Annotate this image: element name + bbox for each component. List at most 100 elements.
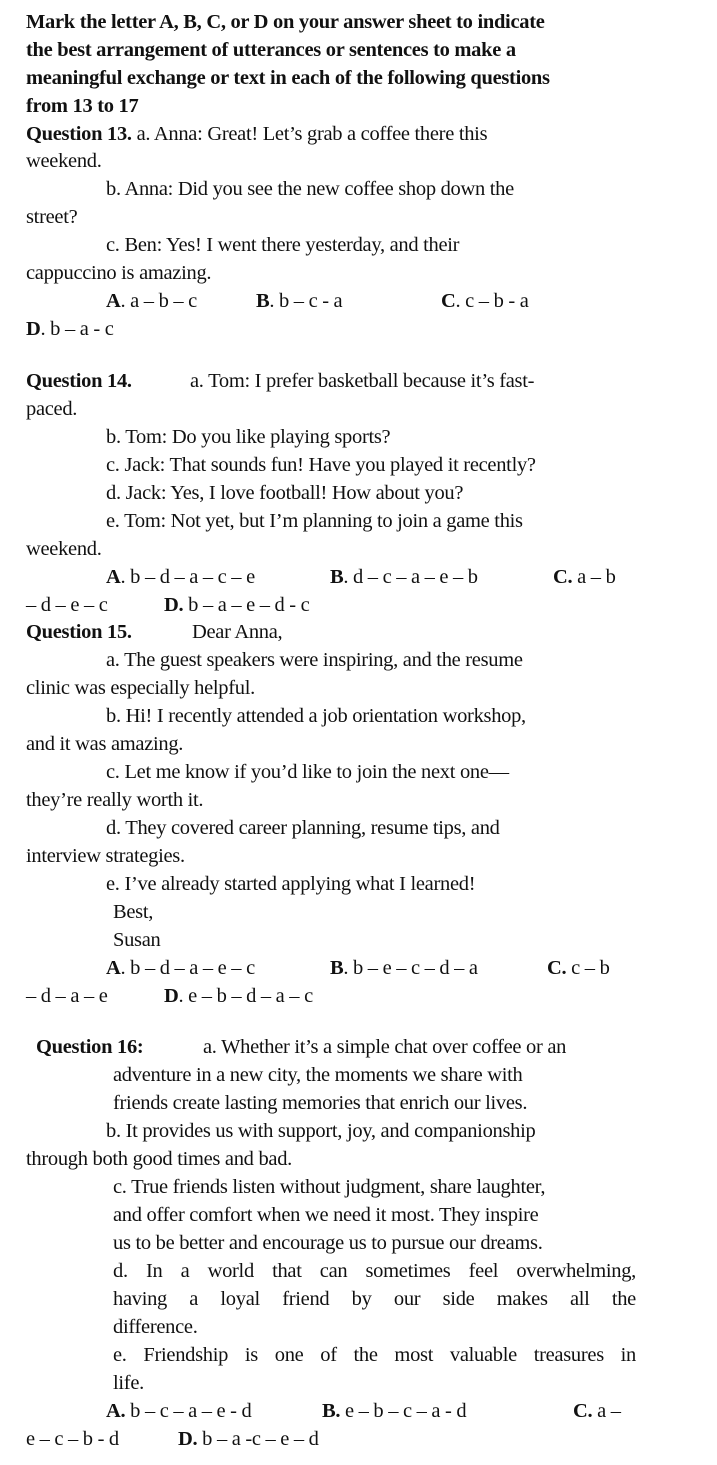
letter-closing: Best,: [113, 901, 154, 923]
instruction-line: meaningful exchange or text in each of t…: [26, 67, 550, 89]
utterance-c: c. Ben: Yes! I went there yesterday, and…: [106, 234, 460, 256]
option-text: . b – d – a – c – e: [120, 566, 256, 588]
option-d[interactable]: D. e – b – d – a – c: [164, 982, 313, 1010]
option-letter: D.: [164, 594, 184, 616]
sentence-d-cont: difference.: [113, 1316, 198, 1338]
utterance-e: e. Tom: Not yet, but I’m planning to joi…: [106, 510, 523, 532]
sentence-d-cont: having a loyal friend by our side makes …: [113, 1288, 636, 1310]
utterance-d: d. Jack: Yes, I love football! How about…: [106, 482, 464, 504]
sentence-a-cont: clinic was especially helpful.: [26, 677, 255, 699]
utterance-c: c. Jack: That sounds fun! Have you playe…: [106, 454, 536, 476]
utterance-b: b. Anna: Did you see the new coffee shop…: [106, 178, 514, 200]
option-c-cont: – d – e – c: [26, 594, 108, 616]
question-label: Question 14.: [26, 370, 132, 392]
question-label: Question 13.: [26, 123, 132, 145]
option-text: b – a – e – d - c: [183, 594, 310, 616]
option-letter: D.: [178, 1428, 198, 1450]
instruction-line: the best arrangement of utterances or se…: [26, 39, 516, 61]
option-text: . b – d – a – e – c: [120, 957, 256, 979]
option-text: b – a -c – e – d: [197, 1428, 319, 1450]
question-label-text: Question 15.: [26, 621, 132, 643]
option-letter: C.: [553, 566, 573, 588]
option-b[interactable]: B. e – b – c – a - d: [322, 1397, 467, 1425]
sentence-a: a. Whether it’s a simple chat over coffe…: [203, 1036, 567, 1058]
option-b[interactable]: B. b – c - a: [256, 287, 343, 315]
option-letter: A.: [106, 1400, 126, 1422]
option-text: e – b – c – a - d: [340, 1400, 467, 1422]
option-text: c – b: [566, 957, 610, 979]
sentence-c-cont: they’re really worth it.: [26, 789, 204, 811]
option-c[interactable]: C. a – b: [553, 563, 616, 591]
option-letter: C.: [547, 957, 567, 979]
option-letter: B: [330, 566, 344, 588]
sentence-c: c. Let me know if you’d like to join the…: [106, 761, 509, 783]
option-letter: C: [441, 290, 456, 312]
utterance-a: a. Anna: Great! Let’s grab a coffee ther…: [136, 123, 488, 145]
utterance-c-cont: cappuccino is amazing.: [26, 262, 212, 284]
option-d[interactable]: D. b – a - c: [26, 315, 114, 343]
question-label-text: Question 16:: [36, 1036, 144, 1058]
sentence-e-cont: life.: [113, 1372, 144, 1394]
option-letter: D: [26, 318, 41, 340]
utterance-b: b. Tom: Do you like playing sports?: [106, 426, 391, 448]
option-letter: A: [106, 290, 121, 312]
sentence-c-cont: and offer comfort when we need it most. …: [113, 1204, 539, 1226]
option-text: . b – c - a: [269, 290, 343, 312]
exam-page: Mark the letter A, B, C, or D on your an…: [0, 0, 717, 1465]
option-a[interactable]: A. b – d – a – e – c: [106, 954, 255, 982]
option-text: . b – e – c – d – a: [343, 957, 478, 979]
option-letter: B: [256, 290, 270, 312]
option-c[interactable]: C. c – b - a: [441, 287, 529, 315]
sentence-b: b. Hi! I recently attended a job orienta…: [106, 705, 526, 727]
sentence-b: b. It provides us with support, joy, and…: [106, 1120, 536, 1142]
option-c-cont: – d – a – e: [26, 985, 108, 1007]
sentence-b-cont: and it was amazing.: [26, 733, 184, 755]
option-c[interactable]: C. c – b: [547, 954, 610, 982]
sentence-e: e. Friendship is one of the most valuabl…: [113, 1344, 636, 1366]
option-letter: A: [106, 566, 121, 588]
option-text: a – b: [572, 566, 616, 588]
q14-line-a: Question 14.: [26, 367, 132, 395]
option-text: . b – a - c: [40, 318, 114, 340]
sentence-a-cont: adventure in a new city, the moments we …: [113, 1064, 523, 1086]
option-text: . e – b – d – a – c: [178, 985, 314, 1007]
option-b[interactable]: B. d – c – a – e – b: [330, 563, 478, 591]
letter-greeting: Dear Anna,: [192, 621, 283, 643]
option-d[interactable]: D. b – a – e – d - c: [164, 591, 310, 619]
utterance-b-cont: street?: [26, 206, 78, 228]
utterance-a-cont: weekend.: [26, 150, 102, 172]
q13-line-a: Question 13. a. Anna: Great! Let’s grab …: [26, 120, 488, 148]
sentence-a-cont: friends create lasting memories that enr…: [113, 1092, 528, 1114]
option-a[interactable]: A. b – d – a – c – e: [106, 563, 255, 591]
sentence-b-cont: through both good times and bad.: [26, 1148, 292, 1170]
utterance-a: a. Tom: I prefer basketball because it’s…: [190, 370, 535, 392]
option-b[interactable]: B. b – e – c – d – a: [330, 954, 478, 982]
option-text: a –: [592, 1400, 621, 1422]
option-a[interactable]: A. a – b – c: [106, 287, 197, 315]
option-a[interactable]: A. b – c – a – e - d: [106, 1397, 252, 1425]
instruction-line: Mark the letter A, B, C, or D on your an…: [26, 11, 545, 33]
option-text: . a – b – c: [120, 290, 198, 312]
option-text: b – c – a – e - d: [125, 1400, 252, 1422]
sentence-c: c. True friends listen without judgment,…: [113, 1176, 546, 1198]
option-letter: D: [164, 985, 179, 1007]
option-letter: A: [106, 957, 121, 979]
utterance-a-cont: paced.: [26, 398, 78, 420]
sentence-c-cont: us to be better and encourage us to purs…: [113, 1232, 543, 1254]
utterance-e-cont: weekend.: [26, 538, 102, 560]
question-label: Question 16:: [36, 1033, 144, 1061]
option-text: . d – c – a – e – b: [343, 566, 478, 588]
sentence-d: d. They covered career planning, resume …: [106, 817, 500, 839]
option-c[interactable]: C. a –: [573, 1397, 621, 1425]
option-letter: B: [330, 957, 344, 979]
sentence-e: e. I’ve already started applying what I …: [106, 873, 476, 895]
letter-signature: Susan: [113, 929, 161, 951]
instruction-line: from 13 to 17: [26, 95, 139, 117]
option-letter: C.: [573, 1400, 593, 1422]
question-label: Question 15.: [26, 618, 132, 646]
option-text: . c – b - a: [455, 290, 529, 312]
option-letter: B.: [322, 1400, 341, 1422]
option-c-cont: e – c – b - d: [26, 1428, 119, 1450]
option-d[interactable]: D. b – a -c – e – d: [178, 1425, 319, 1453]
sentence-d-cont: interview strategies.: [26, 845, 185, 867]
